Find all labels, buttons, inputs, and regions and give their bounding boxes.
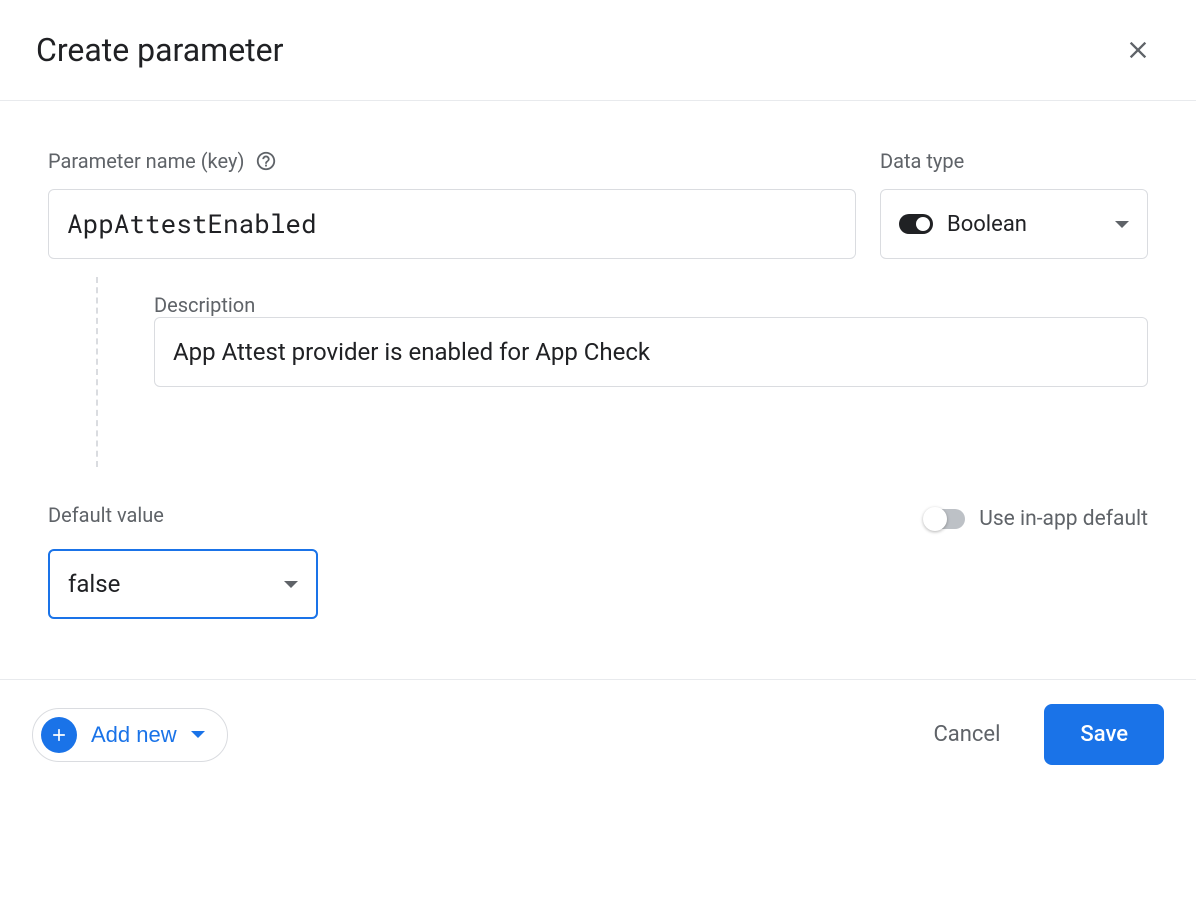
parameter-name-label: Parameter name (key): [48, 149, 856, 173]
use-inapp-default-toggle[interactable]: [925, 509, 965, 529]
tree-line: [96, 277, 98, 467]
use-inapp-default-label: Use in-app default: [979, 507, 1148, 531]
create-parameter-dialog: Create parameter Parameter name (key) Da…: [0, 0, 1196, 789]
description-input[interactable]: [154, 317, 1148, 387]
chevron-down-icon: [1115, 221, 1129, 228]
dialog-title: Create parameter: [36, 31, 283, 69]
close-button[interactable]: [1116, 28, 1160, 72]
data-type-value: Boolean: [947, 212, 1101, 237]
description-content: Description: [154, 277, 1148, 467]
data-type-select[interactable]: Boolean: [880, 189, 1148, 259]
parameter-name-group: Parameter name (key): [48, 149, 856, 259]
help-icon[interactable]: [254, 149, 278, 173]
use-inapp-default-group: Use in-app default: [925, 507, 1148, 531]
plus-icon: [41, 717, 77, 753]
dialog-footer: Add new Cancel Save: [0, 679, 1196, 789]
top-row: Parameter name (key) Data type Boolean: [48, 149, 1148, 259]
boolean-icon: [899, 214, 933, 234]
default-value-text: false: [68, 570, 120, 598]
default-value-label: Default value: [48, 503, 318, 527]
dialog-header: Create parameter: [0, 0, 1196, 101]
save-button[interactable]: Save: [1044, 704, 1164, 765]
parameter-name-input[interactable]: [48, 189, 856, 259]
dialog-body: Parameter name (key) Data type Boolean: [0, 101, 1196, 679]
data-type-group: Data type Boolean: [880, 149, 1148, 259]
default-value-select[interactable]: false: [48, 549, 318, 619]
default-value-section: Default value false Use in-app default: [48, 503, 1148, 619]
cancel-button[interactable]: Cancel: [913, 710, 1020, 759]
chevron-down-icon: [191, 731, 205, 738]
parameter-name-label-text: Parameter name (key): [48, 149, 244, 173]
description-section: Description: [48, 277, 1148, 467]
data-type-label: Data type: [880, 149, 1148, 173]
close-icon: [1124, 36, 1152, 64]
default-value-group: Default value false: [48, 503, 318, 619]
description-label: Description: [154, 293, 255, 317]
add-new-button[interactable]: Add new: [32, 708, 228, 762]
add-new-label: Add new: [91, 722, 177, 748]
chevron-down-icon: [284, 581, 298, 588]
footer-actions: Cancel Save: [913, 704, 1164, 765]
